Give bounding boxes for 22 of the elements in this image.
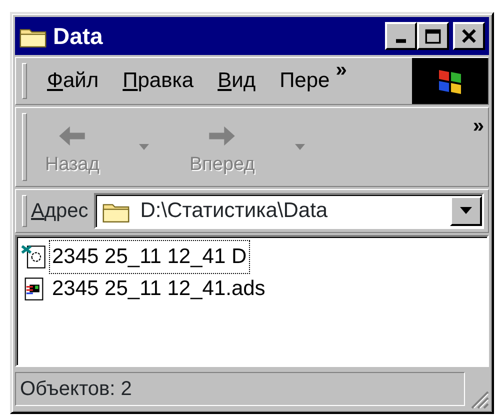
file-item[interactable]: 2345 25_11 12_41 D bbox=[49, 240, 250, 274]
menu-item[interactable]: Вид bbox=[206, 65, 268, 97]
maximize-button[interactable] bbox=[417, 22, 449, 50]
close-button[interactable] bbox=[453, 22, 485, 50]
caret-icon bbox=[460, 207, 472, 215]
menu-item[interactable]: Файл bbox=[35, 65, 111, 97]
windows-logo-icon bbox=[412, 58, 488, 104]
chevron-button[interactable]: » bbox=[332, 60, 351, 80]
minimize-icon bbox=[396, 39, 406, 43]
chevron-button[interactable]: » bbox=[468, 116, 488, 136]
address-text: D:\Статистика\Data bbox=[140, 198, 329, 224]
window-title: Data bbox=[53, 22, 104, 51]
file-item[interactable]: 2345 25_11 12_41.ads bbox=[49, 272, 268, 306]
shortcut-file-icon[interactable] bbox=[21, 244, 47, 270]
close-icon bbox=[462, 29, 476, 43]
dropdown-button[interactable] bbox=[450, 196, 482, 226]
status-bar: Объектов: 2 bbox=[15, 372, 465, 406]
maximize-icon bbox=[425, 28, 441, 44]
address-field[interactable]: D:\Статистика\Data bbox=[94, 193, 484, 229]
menu-item[interactable]: Правка bbox=[110, 65, 206, 97]
address-label: Адрес bbox=[31, 199, 88, 224]
minimize-button[interactable] bbox=[385, 22, 417, 50]
